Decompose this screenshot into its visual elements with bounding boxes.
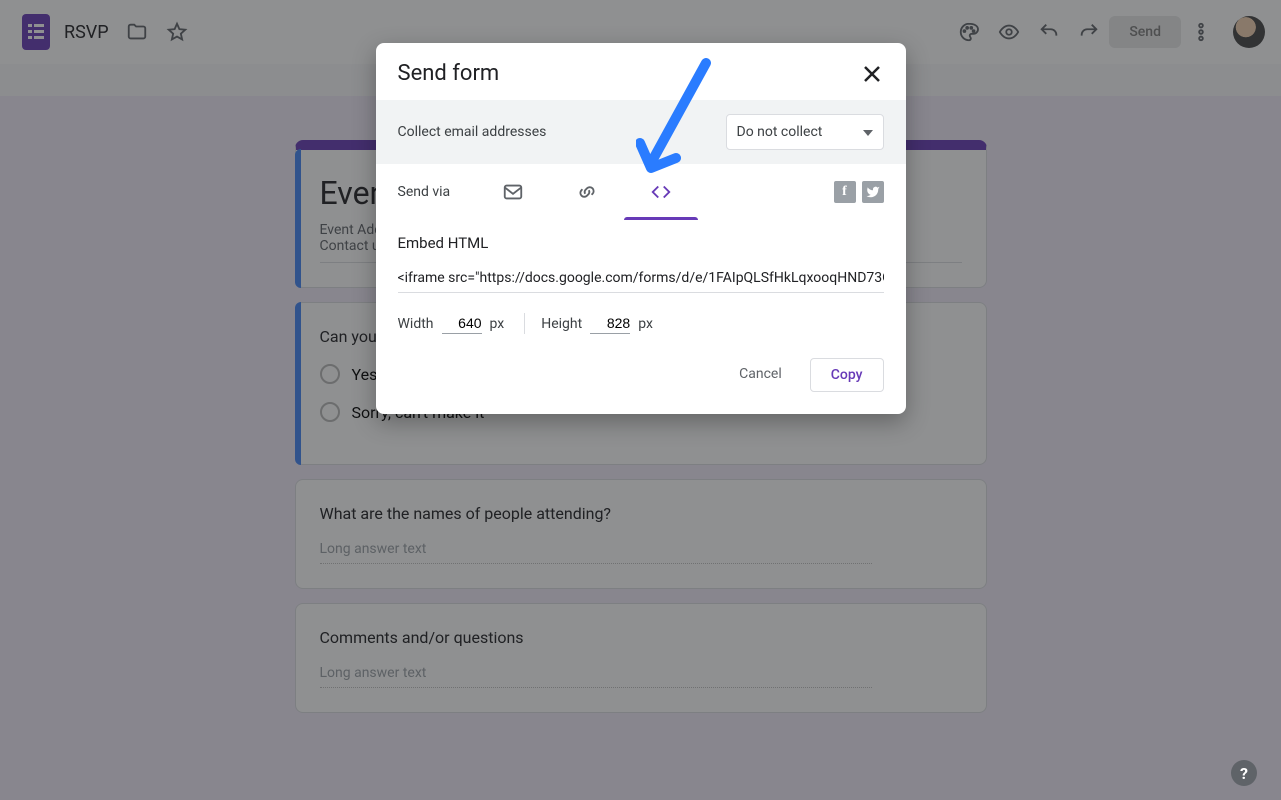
send-via-row: Send via f bbox=[376, 164, 906, 220]
embed-section: Embed HTML Width px Height px bbox=[376, 220, 906, 338]
embed-title: Embed HTML bbox=[398, 234, 884, 252]
collect-emails-label: Collect email addresses bbox=[398, 124, 726, 140]
social-share: f bbox=[834, 181, 884, 203]
chevron-down-icon bbox=[863, 124, 873, 140]
modal-overlay: Send form Collect email addresses Do not… bbox=[0, 0, 1281, 800]
collect-emails-dropdown[interactable]: Do not collect bbox=[726, 114, 884, 150]
tab-email[interactable] bbox=[476, 164, 550, 220]
px-unit: px bbox=[490, 316, 505, 332]
send-form-dialog: Send form Collect email addresses Do not… bbox=[376, 43, 906, 414]
height-label: Height bbox=[541, 316, 582, 332]
copy-button[interactable]: Copy bbox=[810, 358, 884, 392]
width-label: Width bbox=[398, 316, 434, 332]
width-input[interactable] bbox=[442, 313, 482, 334]
twitter-icon[interactable] bbox=[862, 181, 884, 203]
send-via-label: Send via bbox=[398, 184, 451, 200]
facebook-icon[interactable]: f bbox=[834, 181, 856, 203]
width-group: Width px bbox=[398, 313, 526, 334]
dropdown-value: Do not collect bbox=[737, 124, 823, 140]
tab-embed[interactable] bbox=[624, 164, 698, 220]
dialog-title: Send form bbox=[398, 61, 860, 86]
embed-code-input[interactable] bbox=[398, 264, 884, 293]
close-icon[interactable] bbox=[860, 62, 884, 86]
help-icon[interactable]: ? bbox=[1231, 760, 1257, 786]
height-group: Height px bbox=[541, 313, 673, 334]
cancel-button[interactable]: Cancel bbox=[725, 358, 796, 392]
tab-link[interactable] bbox=[550, 164, 624, 220]
height-input[interactable] bbox=[590, 313, 630, 334]
collect-emails-row: Collect email addresses Do not collect bbox=[376, 100, 906, 164]
px-unit: px bbox=[638, 316, 653, 332]
